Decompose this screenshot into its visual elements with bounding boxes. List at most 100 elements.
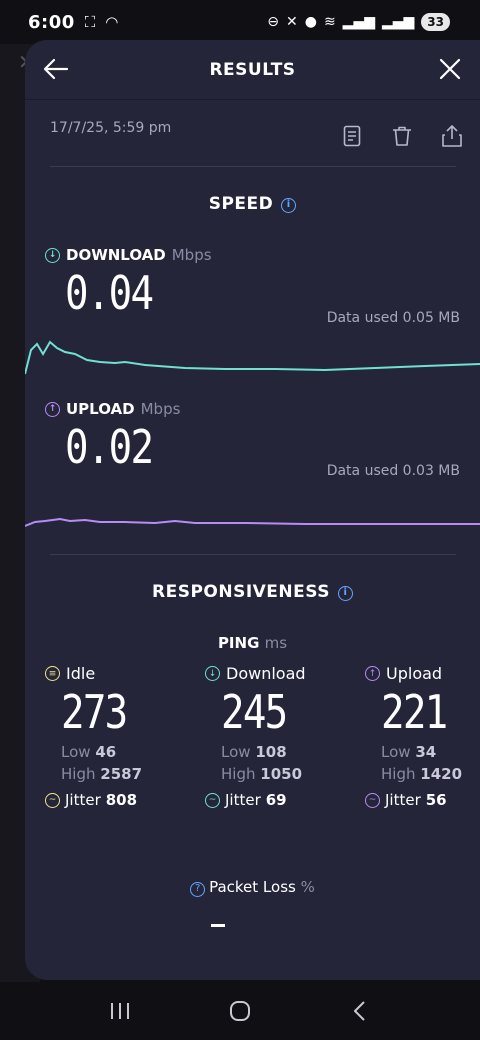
status-time: 6:00 — [28, 11, 75, 33]
upload-speed-label: ↑ UPLOAD Mbps — [45, 400, 180, 418]
signal-icon: ▂▄▆ — [342, 14, 375, 30]
responsiveness-title-text: RESPONSIVENESS — [152, 582, 330, 602]
result-actions — [339, 123, 465, 149]
download-high: High 1050 — [221, 765, 355, 783]
download-unit: Mbps — [171, 246, 212, 264]
download-high-value: 1050 — [260, 765, 303, 783]
ping-label: PING ms — [25, 634, 480, 652]
jitter-wave-icon: ~ — [365, 792, 380, 808]
idle-low-value: 46 — [95, 743, 117, 761]
idle-jitter: ~ Jitter 808 — [45, 791, 195, 809]
idle-high: High 2587 — [61, 765, 195, 783]
system-nav-bar — [0, 982, 480, 1040]
divider — [50, 166, 456, 167]
ping-download-column: ↓ Download 245 Low 108 High 1050 ~ Jitte… — [205, 664, 355, 809]
idle-jitter-label: Jitter — [65, 791, 101, 809]
upload-high: High 1420 — [381, 765, 480, 783]
ping-idle-head: ≡ Idle — [45, 664, 195, 683]
upload-ping-value: 221 — [381, 685, 448, 739]
location-icon: ● — [304, 14, 317, 30]
trash-icon — [393, 126, 411, 146]
details-button[interactable] — [339, 123, 365, 149]
home-icon — [230, 1001, 250, 1021]
ping-upload-column: ↑ Upload 221 Low 34 High 1420 ~ Jitter 5… — [365, 664, 480, 809]
screenshot-icon: ⛶ — [84, 13, 96, 31]
close-icon — [439, 58, 461, 80]
download-data-used: Data used 0.05 MB — [326, 310, 460, 326]
header: RESULTS — [25, 40, 480, 100]
idle-high-label: High — [61, 765, 96, 783]
speed-title-text: SPEED — [208, 194, 274, 214]
back-nav-button[interactable] — [340, 991, 380, 1031]
idle-low-label: Low — [61, 743, 91, 761]
upload-ping-label: Upload — [386, 664, 443, 683]
upload-speed-graph — [25, 517, 480, 527]
ping-download-head: ↓ Download — [205, 664, 355, 683]
download-arrow-icon: ↓ — [205, 666, 220, 681]
jitter-wave-icon: ~ — [45, 792, 60, 808]
upload-speed-value: 0.02 — [65, 420, 154, 474]
upload-high-label: High — [381, 765, 416, 783]
upload-arrow-icon: ↑ — [45, 401, 60, 417]
upload-jitter-label: Jitter — [385, 791, 421, 809]
download-jitter-label: Jitter — [225, 791, 261, 809]
ping-label-text: PING — [217, 634, 260, 652]
home-button[interactable] — [220, 991, 260, 1031]
packet-loss-value — [211, 924, 225, 927]
download-jitter-value: 69 — [265, 791, 287, 809]
help-icon[interactable]: ? — [190, 882, 206, 897]
upload-low-label: Low — [381, 743, 411, 761]
idle-ping-value: 273 — [61, 685, 128, 739]
download-low-value: 108 — [255, 743, 287, 761]
speed-info-icon[interactable]: i — [281, 198, 297, 213]
battery-indicator: 33 — [421, 13, 450, 31]
upload-jitter-value: 56 — [425, 791, 447, 809]
divider — [50, 554, 456, 555]
upload-low: Low 34 — [381, 743, 480, 761]
idle-high-value: 2587 — [100, 765, 143, 783]
share-icon — [442, 125, 462, 147]
ping-upload-head: ↑ Upload — [365, 664, 480, 683]
wifi-icon: ≋ — [323, 14, 336, 30]
delete-button[interactable] — [389, 123, 415, 149]
do-not-disturb-icon: ⊖ — [267, 14, 279, 30]
results-sheet: RESULTS 17/7/25, 5:59 pm SPEED i ↓ DOWNL… — [25, 40, 480, 980]
responsiveness-section-title: RESPONSIVENESS i — [25, 582, 480, 602]
download-speed-label: ↓ DOWNLOAD Mbps — [45, 246, 212, 264]
download-low-label: Low — [221, 743, 251, 761]
responsiveness-info-icon[interactable]: i — [338, 586, 353, 601]
ping-idle-column: ≡ Idle 273 Low 46 High 2587 ~ Jitter 808 — [45, 664, 195, 809]
upload-arrow-icon: ↑ — [365, 666, 380, 681]
speed-section-title: SPEED i — [25, 194, 480, 214]
download-low: Low 108 — [221, 743, 355, 761]
download-speed-value: 0.04 — [65, 266, 154, 320]
signal-2-icon: ▂▄▆ — [381, 14, 415, 30]
idle-jitter-value: 808 — [105, 791, 138, 809]
page-title: RESULTS — [209, 60, 296, 80]
packet-loss-label: ? Packet Loss % — [25, 878, 480, 897]
upload-unit: Mbps — [140, 400, 181, 418]
download-arrow-icon: ↓ — [45, 247, 60, 263]
download-jitter: ~ Jitter 69 — [205, 791, 355, 809]
recent-apps-button[interactable] — [100, 991, 140, 1031]
download-label-text: DOWNLOAD — [66, 246, 166, 264]
upload-high-value: 1420 — [420, 765, 463, 783]
result-date: 17/7/25, 5:59 pm — [50, 120, 172, 136]
ping-unit: ms — [264, 634, 288, 652]
status-bar: 6:00 ⛶ ◠ ⊖ ✕ ● ≋ ▂▄▆ ▂▄▆ 33 — [0, 0, 480, 44]
download-ping-value: 245 — [221, 685, 288, 739]
idle-icon: ≡ — [45, 666, 60, 681]
upload-label-text: UPLOAD — [66, 400, 135, 418]
chevron-left-icon — [354, 1001, 365, 1021]
jitter-wave-icon: ~ — [205, 792, 220, 808]
upload-jitter: ~ Jitter 56 — [365, 791, 480, 809]
download-ping-label: Download — [226, 664, 306, 683]
idle-label: Idle — [66, 664, 96, 683]
packet-loss-unit: % — [300, 878, 315, 896]
share-button[interactable] — [439, 123, 465, 149]
upload-data-used: Data used 0.03 MB — [326, 463, 460, 479]
recents-icon — [111, 1003, 129, 1019]
download-speed-graph — [25, 340, 480, 375]
close-button[interactable] — [435, 54, 465, 84]
packet-loss-text: Packet Loss — [209, 878, 296, 896]
